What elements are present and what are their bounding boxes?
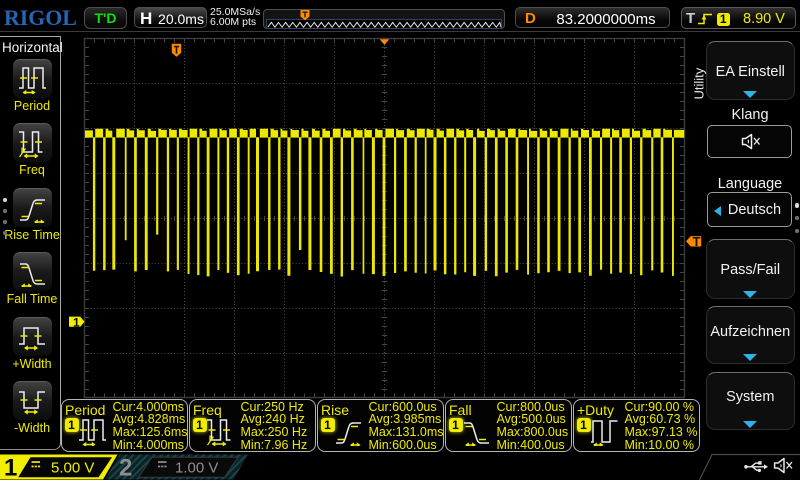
svg-text:1: 1 [4, 455, 17, 480]
svg-text:5.00 V: 5.00 V [51, 460, 94, 477]
svg-text:1.00 V: 1.00 V [175, 460, 218, 477]
svg-text:2: 2 [119, 455, 132, 480]
